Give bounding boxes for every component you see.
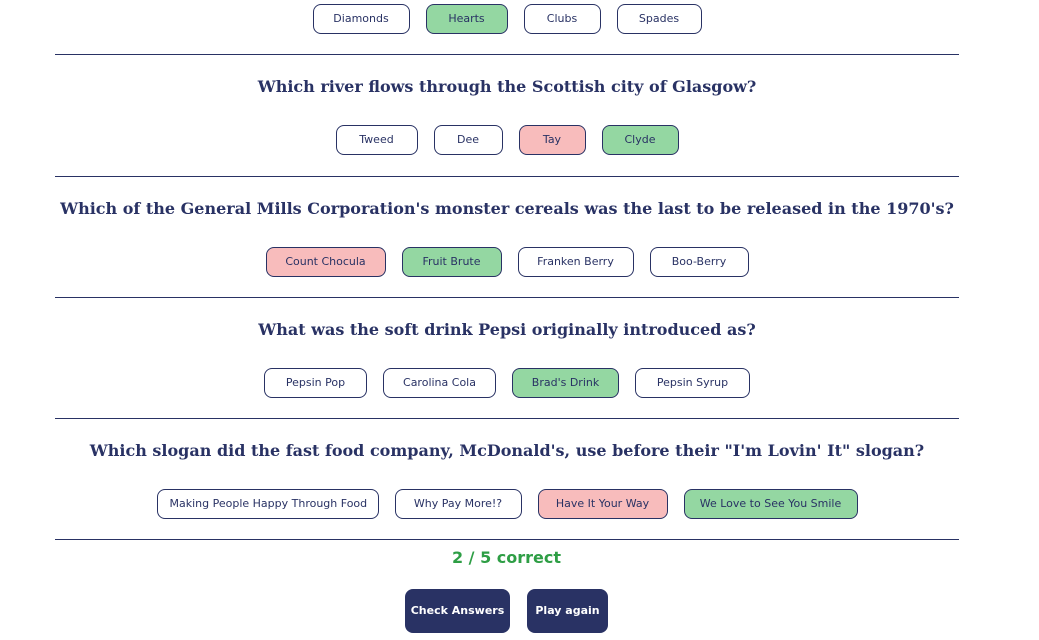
question-text: Which slogan did the fast food company, … — [89, 441, 925, 460]
quiz-container: Diamonds Hearts Clubs Spades Which river… — [55, 0, 959, 540]
answer-option[interactable]: Pepsin Syrup — [635, 368, 750, 398]
answer-group-2: Tweed Dee Tay Clyde — [55, 125, 959, 155]
answer-group-4: Pepsin Pop Carolina Cola Brad's Drink Pe… — [55, 368, 959, 398]
answer-option[interactable]: Fruit Brute — [401, 247, 502, 277]
score-text: 2 / 5 correct — [451, 548, 562, 567]
answer-option[interactable]: Clyde — [601, 125, 679, 155]
answer-option[interactable]: Spades — [616, 4, 702, 34]
answer-option[interactable]: Carolina Cola — [383, 368, 496, 398]
answer-option[interactable]: Count Chocula — [265, 247, 386, 277]
play-again-button[interactable]: Play again — [527, 589, 608, 633]
answer-option[interactable]: Tay — [518, 125, 586, 155]
answer-option[interactable]: Brad's Drink — [512, 368, 619, 398]
answer-option[interactable]: Have It Your Way — [537, 489, 668, 519]
answer-option[interactable]: Clubs — [523, 4, 601, 34]
answer-option[interactable]: We Love to See You Smile — [683, 489, 858, 519]
answer-option[interactable]: Making People Happy Through Food — [156, 489, 379, 519]
answer-option[interactable]: Franken Berry — [517, 247, 634, 277]
answer-option[interactable]: Dee — [433, 125, 503, 155]
answer-option[interactable]: Boo-Berry — [649, 247, 749, 277]
answer-option[interactable]: Diamonds — [312, 4, 410, 34]
answer-option[interactable]: Pepsin Pop — [264, 368, 367, 398]
action-buttons: Check Answers Play again — [0, 589, 1013, 633]
check-answers-button[interactable]: Check Answers — [405, 589, 510, 633]
question-block-4: What was the soft drink Pepsi originally… — [55, 298, 959, 419]
question-text: Which of the General Mills Corporation's… — [60, 199, 954, 218]
question-text: Which river flows through the Scottish c… — [257, 77, 757, 96]
answer-option[interactable]: Hearts — [425, 4, 508, 34]
question-block-5: Which slogan did the fast food company, … — [55, 419, 959, 540]
question-text: What was the soft drink Pepsi originally… — [258, 320, 756, 339]
question-block-2: Which river flows through the Scottish c… — [55, 55, 959, 177]
question-block-1: Diamonds Hearts Clubs Spades — [55, 0, 959, 55]
answer-group-5: Making People Happy Through Food Why Pay… — [55, 489, 959, 519]
answer-option[interactable]: Why Pay More!? — [394, 489, 522, 519]
answer-group-3: Count Chocula Fruit Brute Franken Berry … — [55, 247, 959, 277]
answer-option[interactable]: Tweed — [335, 125, 418, 155]
question-block-3: Which of the General Mills Corporation's… — [55, 177, 959, 298]
answer-group-1: Diamonds Hearts Clubs Spades — [55, 4, 959, 34]
